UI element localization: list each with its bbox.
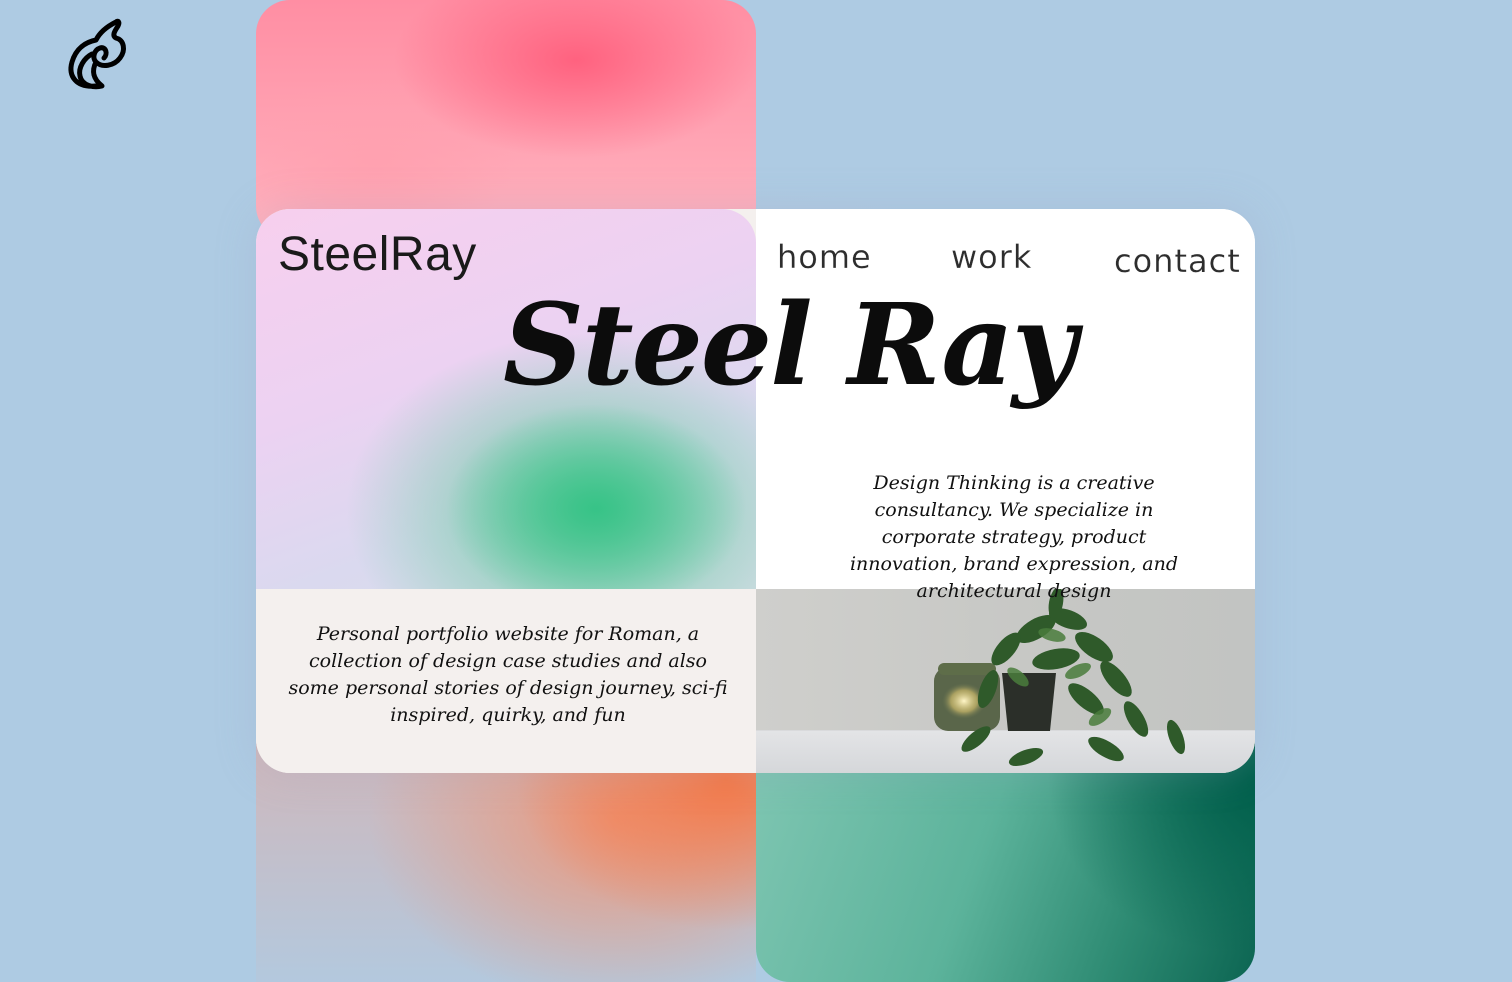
pink-gradient-panel bbox=[256, 0, 756, 240]
hero-tagline: Design Thinking is a creative consultanc… bbox=[849, 472, 1179, 602]
site-brand-name[interactable]: SteelRay bbox=[278, 227, 477, 282]
logo-icon[interactable] bbox=[62, 16, 132, 92]
orange-gradient-panel bbox=[256, 740, 756, 982]
nav-home-link[interactable]: home bbox=[777, 238, 872, 276]
plant-photo bbox=[756, 589, 1255, 773]
hero-title: Steel Ray bbox=[503, 280, 1077, 411]
teal-gradient-panel bbox=[756, 740, 1255, 982]
potted-plant-and-candle-photo bbox=[934, 589, 1186, 767]
portfolio-description: Personal portfolio website for Roman, a … bbox=[288, 623, 728, 726]
page-canvas: SteelRay home work contact Steel Ray Des… bbox=[0, 0, 1512, 982]
nav-contact-link[interactable]: contact bbox=[1114, 242, 1241, 280]
nav-work-link[interactable]: work bbox=[951, 238, 1032, 276]
horse-head-script-icon bbox=[68, 18, 126, 90]
